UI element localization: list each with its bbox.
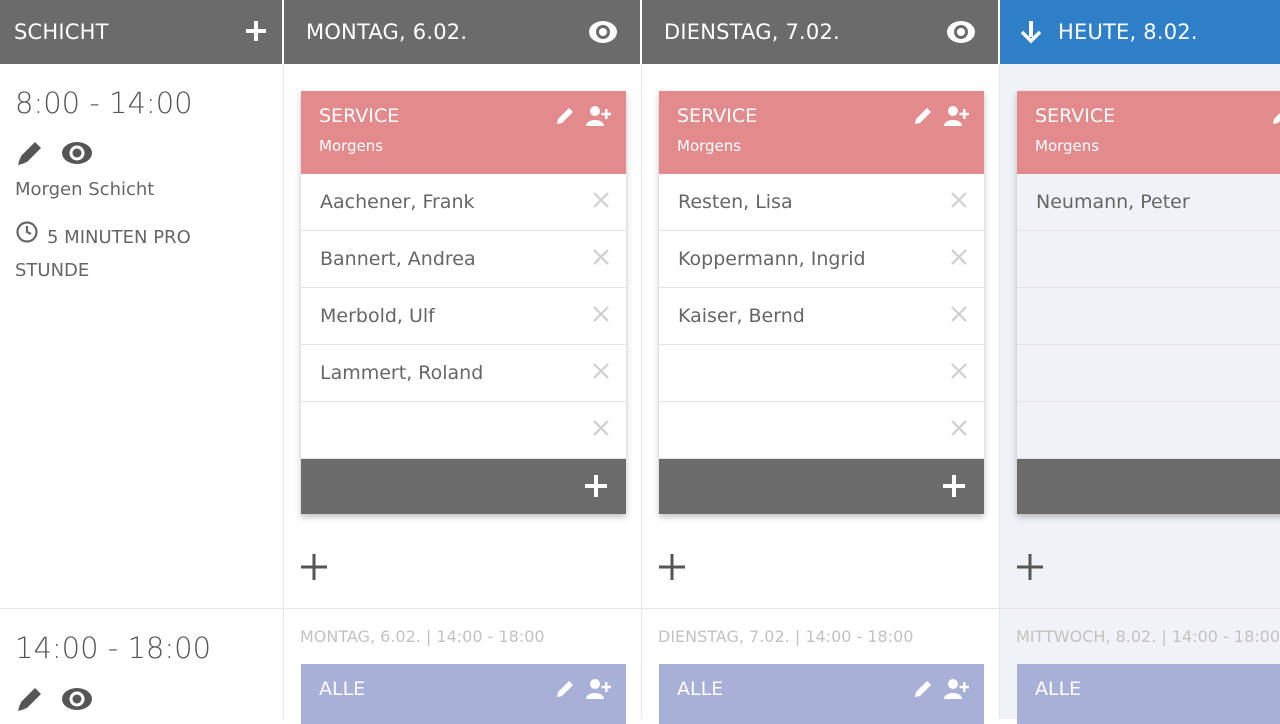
- employee-name: Bannert, Andrea: [320, 248, 476, 270]
- column-divider: [999, 64, 1000, 719]
- employee-name: Aachener, Frank: [320, 191, 475, 213]
- add-person-icon[interactable]: [944, 105, 970, 131]
- assignment-slot[interactable]: [301, 402, 626, 459]
- remove-icon[interactable]: [592, 248, 610, 271]
- column-divider: [641, 64, 642, 719]
- add-card-icon[interactable]: [658, 553, 686, 585]
- service-card-monday: SERVICE Morgens Aachener, Frank Bannert,…: [301, 91, 626, 514]
- shift-name: Morgen Schicht: [15, 179, 155, 200]
- shift-time: 14:00 - 18:00: [15, 631, 212, 665]
- assignment-slot[interactable]: Neumann, Peter: [1017, 174, 1280, 231]
- card-header: SERVICE Morgens: [301, 91, 626, 174]
- alle-card-today: ALLE: [1017, 664, 1280, 724]
- add-person-icon[interactable]: [586, 105, 612, 131]
- add-slot-icon[interactable]: [584, 474, 608, 502]
- clock-icon: [15, 220, 39, 255]
- shift-actions: [15, 138, 93, 172]
- assignment-slot[interactable]: [1017, 345, 1280, 402]
- add-slot-icon[interactable]: [942, 474, 966, 502]
- eye-icon[interactable]: [61, 684, 93, 718]
- add-card-icon[interactable]: [300, 553, 328, 585]
- employee-name: Resten, Lisa: [678, 191, 793, 213]
- card-header-actions: [912, 105, 970, 131]
- assignment-slot[interactable]: [1017, 231, 1280, 288]
- eye-icon[interactable]: [946, 18, 976, 51]
- service-card-tuesday: SERVICE Morgens Resten, Lisa Koppermann,…: [659, 91, 984, 514]
- remove-icon[interactable]: [950, 419, 968, 442]
- card-subtitle: Morgens: [677, 137, 742, 155]
- assignment-slot[interactable]: Aachener, Frank: [301, 174, 626, 231]
- remove-icon[interactable]: [592, 191, 610, 214]
- remove-icon[interactable]: [950, 305, 968, 328]
- eye-icon[interactable]: [588, 18, 618, 51]
- assignment-slot[interactable]: [1017, 402, 1280, 459]
- employee-name: Kaiser, Bernd: [678, 305, 805, 327]
- alle-card-monday: ALLE: [301, 664, 626, 724]
- card-footer: [301, 459, 626, 514]
- remove-icon[interactable]: [592, 419, 610, 442]
- shift-column-title: SCHICHT: [14, 20, 109, 44]
- day-header-monday[interactable]: MONTAG, 6.02.: [284, 0, 640, 64]
- assignment-slot[interactable]: Merbold, Ulf: [301, 288, 626, 345]
- assignment-slot[interactable]: Kaiser, Bernd: [659, 288, 984, 345]
- day-header-tuesday[interactable]: DIENSTAG, 7.02.: [642, 0, 998, 64]
- pencil-icon[interactable]: [1270, 105, 1280, 131]
- add-shift-icon[interactable]: [245, 20, 267, 47]
- card-header-actions: [554, 678, 612, 704]
- card-header-actions: [912, 678, 970, 704]
- pencil-icon[interactable]: [912, 105, 934, 131]
- remove-icon[interactable]: [950, 362, 968, 385]
- remove-icon[interactable]: [950, 191, 968, 214]
- card-header: SERVICE Morgens: [1017, 91, 1280, 174]
- card-header-actions: [554, 105, 612, 131]
- card-footer: [659, 459, 984, 514]
- card-subtitle: Morgens: [1035, 137, 1100, 155]
- remove-icon[interactable]: [950, 248, 968, 271]
- row2-day-label: DIENSTAG, 7.02. | 14:00 - 18:00: [658, 627, 914, 646]
- employee-name: Merbold, Ulf: [320, 305, 435, 327]
- day-header-today[interactable]: HEUTE, 8.02.: [1000, 0, 1280, 64]
- row-divider: [0, 608, 1280, 609]
- pencil-icon[interactable]: [912, 678, 934, 704]
- pencil-icon[interactable]: [15, 138, 45, 172]
- shift-rate-line1: 5 MINUTEN PRO: [47, 226, 191, 248]
- shift-time: 8:00 - 14:00: [15, 86, 193, 120]
- card-header: SERVICE Morgens: [659, 91, 984, 174]
- arrow-down-icon: [1020, 20, 1042, 49]
- column-divider: [283, 64, 284, 719]
- row2-day-label: MITTWOCH, 8.02. | 14:00 - 18:00: [1016, 627, 1280, 646]
- assignment-slot[interactable]: Koppermann, Ingrid: [659, 231, 984, 288]
- employee-name: Neumann, Peter: [1036, 191, 1190, 213]
- card-title: SERVICE: [1035, 105, 1116, 127]
- row2-day-label: MONTAG, 6.02. | 14:00 - 18:00: [300, 627, 545, 646]
- assignment-slot[interactable]: Lammert, Roland: [301, 345, 626, 402]
- add-person-icon[interactable]: [586, 678, 612, 704]
- remove-icon[interactable]: [592, 305, 610, 328]
- alle-card-tuesday: ALLE: [659, 664, 984, 724]
- assignment-slot[interactable]: Bannert, Andrea: [301, 231, 626, 288]
- shift-actions: [15, 684, 93, 718]
- employee-name: Lammert, Roland: [320, 362, 484, 384]
- assignment-slot[interactable]: [659, 345, 984, 402]
- eye-icon[interactable]: [61, 138, 93, 172]
- shift-rate-line2: STUNDE: [15, 260, 90, 281]
- pencil-icon[interactable]: [554, 678, 576, 704]
- pencil-icon[interactable]: [554, 105, 576, 131]
- add-person-icon[interactable]: [944, 678, 970, 704]
- pencil-icon[interactable]: [15, 684, 45, 718]
- employee-name: Koppermann, Ingrid: [678, 248, 866, 270]
- assignment-slot[interactable]: [659, 402, 984, 459]
- assignment-slot[interactable]: Resten, Lisa: [659, 174, 984, 231]
- card-title: ALLE: [1035, 678, 1082, 700]
- day-header-label: HEUTE, 8.02.: [1058, 20, 1198, 44]
- add-card-icon[interactable]: [1016, 553, 1044, 585]
- remove-icon[interactable]: [592, 362, 610, 385]
- shift-rate: 5 MINUTEN PRO STUNDE: [15, 220, 245, 287]
- card-header-actions: [1270, 105, 1280, 131]
- assignment-slot[interactable]: [1017, 288, 1280, 345]
- service-card-today: SERVICE Morgens Neumann, Peter: [1017, 91, 1280, 514]
- card-subtitle: Morgens: [319, 137, 384, 155]
- card-footer: [1017, 459, 1280, 514]
- shift-column-header: SCHICHT: [0, 0, 282, 64]
